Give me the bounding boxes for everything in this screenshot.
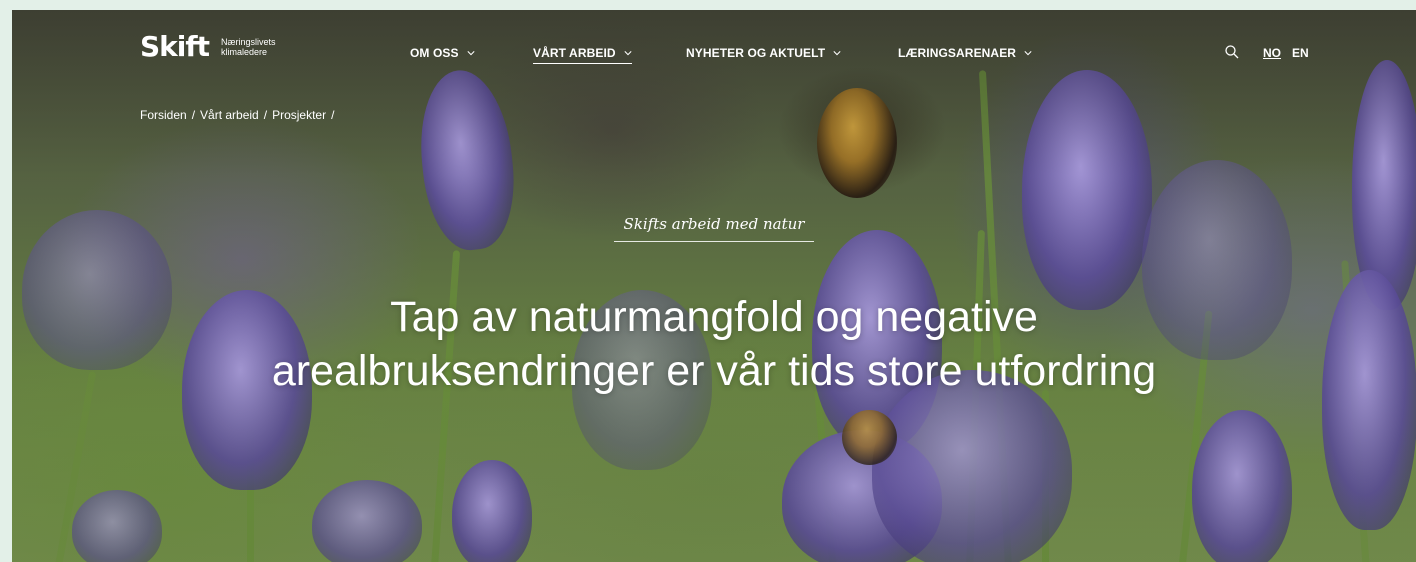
nav-item-label: OM OSS bbox=[410, 46, 459, 60]
logo-wordmark: Skift bbox=[140, 30, 210, 63]
search-icon[interactable] bbox=[1224, 44, 1240, 60]
site-header: Skift Næringslivets klimaledere OM OSS V… bbox=[12, 10, 1416, 100]
breadcrumb-separator: / bbox=[263, 108, 268, 122]
nav-item-vart-arbeid[interactable]: VÅRT ARBEID bbox=[533, 46, 632, 64]
chevron-down-icon bbox=[833, 51, 841, 56]
nav-item-label: LÆRINGSARENAER bbox=[898, 46, 1017, 60]
lang-no-link[interactable]: NO bbox=[1263, 46, 1281, 60]
breadcrumb-separator: / bbox=[191, 108, 196, 122]
nav-item-laeringsarenaer[interactable]: LÆRINGSARENAER bbox=[898, 46, 1032, 60]
hero-kicker-text[interactable]: Skifts arbeid med natur bbox=[613, 215, 815, 242]
breadcrumb: Forsiden / Vårt arbeid / Prosjekter / bbox=[140, 108, 334, 122]
nav-item-label: VÅRT ARBEID bbox=[533, 46, 616, 60]
chevron-down-icon bbox=[467, 51, 475, 56]
hero-headline-line1: Tap av naturmangfold og negative bbox=[390, 293, 1038, 341]
breadcrumb-link-forsiden[interactable]: Forsiden bbox=[140, 108, 187, 122]
chevron-down-icon bbox=[1024, 51, 1032, 56]
nav-item-om-oss[interactable]: OM OSS bbox=[410, 46, 475, 60]
site-logo[interactable]: Skift Næringslivets klimaledere bbox=[140, 30, 301, 63]
breadcrumb-link-prosjekter[interactable]: Prosjekter bbox=[272, 108, 326, 122]
hero-kicker: Skifts arbeid med natur bbox=[12, 215, 1416, 242]
nav-item-nyheter-og-aktuelt[interactable]: NYHETER OG AKTUELT bbox=[686, 46, 841, 60]
hero-headline: Tap av naturmangfold og negative arealbr… bbox=[12, 290, 1416, 398]
logo-tagline-line1: Næringslivets bbox=[220, 36, 276, 47]
nav-item-label: NYHETER OG AKTUELT bbox=[686, 46, 826, 60]
lang-en-link[interactable]: EN bbox=[1292, 46, 1309, 60]
breadcrumb-separator: / bbox=[331, 108, 335, 122]
chevron-down-icon bbox=[624, 51, 632, 56]
breadcrumb-link-vart-arbeid[interactable]: Vårt arbeid bbox=[200, 108, 259, 122]
hero-headline-line2: arealbruksendringer er vår tids store ut… bbox=[271, 347, 1157, 395]
logo-tagline-line2: klimaledere bbox=[220, 46, 267, 57]
logo-tagline: Næringslivets klimaledere bbox=[221, 37, 301, 57]
hero-banner: Skift Næringslivets klimaledere OM OSS V… bbox=[12, 10, 1416, 562]
